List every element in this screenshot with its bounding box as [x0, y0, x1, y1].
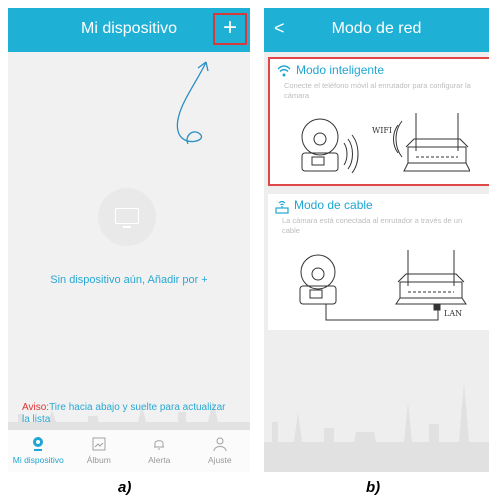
hand-drawn-arrow-annotation: [176, 61, 209, 145]
user-icon: [213, 437, 227, 452]
add-device-button[interactable]: +: [213, 13, 247, 45]
bottom-tab-bar: Mi dispositivo Álbum Alerta Ajuste: [8, 429, 250, 472]
tab-label: Mi dispositivo: [12, 455, 64, 465]
tab-album[interactable]: Álbum: [69, 430, 130, 472]
caption-b: b): [366, 479, 381, 496]
cable-mode-description: La cámara está conectada al enrutador a …: [282, 216, 463, 235]
cable-mode-option[interactable]: Modo de cable La cámara está conectada a…: [268, 194, 489, 330]
lan-label: LAN: [444, 309, 462, 318]
tab-label: Alerta: [148, 455, 171, 465]
tab-label: Ajuste: [207, 455, 232, 465]
smart-mode-title: Modo inteligente: [296, 63, 385, 77]
smart-mode-option[interactable]: Modo inteligente Conecte el teléfono móv…: [268, 57, 489, 186]
app-header: Mi dispositivo +: [8, 8, 250, 52]
refresh-notice: Aviso:Tire hacia abajo y suelte para act…: [22, 402, 232, 426]
app-header: < Modo de red: [264, 8, 489, 52]
wifi-label: WIFI: [372, 126, 392, 135]
smart-mode-description: Conecte el teléfono móvil al enrutador p…: [284, 81, 471, 100]
page-title: Modo de red: [331, 20, 422, 37]
network-mode-screen: < Modo de red Modo inteligente Conecte e…: [264, 8, 489, 472]
my-device-screen: Mi dispositivo + Sin dispositivo aún, Añ…: [8, 8, 250, 472]
tab-alert[interactable]: Alerta: [129, 430, 190, 472]
wifi-icon: [277, 65, 291, 77]
cable-mode-title: Modo de cable: [294, 198, 373, 212]
notice-text: Tire hacia abajo y suelte para actualiza…: [22, 402, 226, 425]
router-icon: [275, 200, 289, 214]
notice-prefix: Aviso:: [22, 402, 50, 413]
caption-a: a): [118, 479, 132, 496]
wifi-setup-illustration: WIFI: [301, 113, 470, 174]
tab-label: Álbum: [86, 455, 111, 465]
skyline-background: [264, 382, 489, 472]
tab-settings[interactable]: Ajuste: [190, 430, 251, 472]
no-device-icon: [98, 188, 156, 246]
empty-state-message: Sin dispositivo aún, Añadir por +: [50, 274, 208, 286]
tab-my-device[interactable]: Mi dispositivo: [8, 430, 69, 472]
bell-icon: [154, 440, 165, 450]
camera-icon: [33, 437, 44, 451]
cable-setup-illustration: LAN: [299, 250, 467, 321]
photo-icon: [92, 437, 106, 451]
